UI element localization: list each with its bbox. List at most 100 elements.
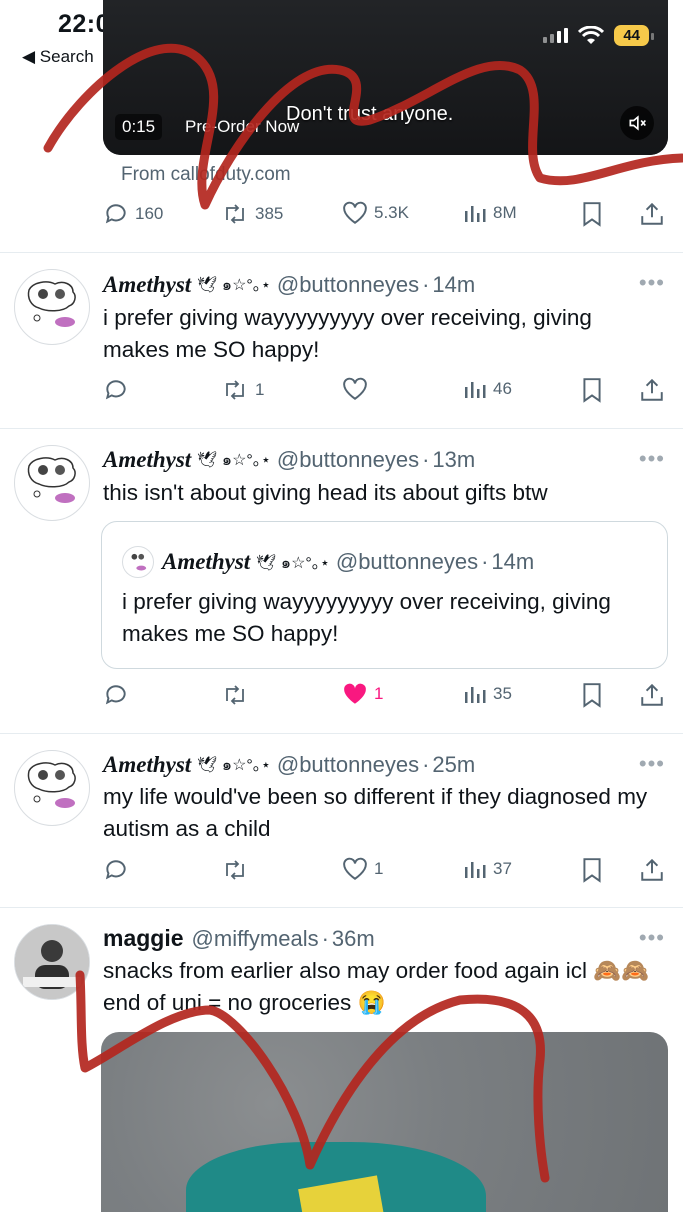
bookmark-icon [583, 378, 601, 403]
views-button[interactable]: 37 [463, 857, 512, 881]
handle: @buttonneyes [335, 549, 479, 574]
reply-button[interactable] [103, 682, 135, 708]
repost-count: 385 [255, 204, 284, 223]
repost-button[interactable]: 1 [221, 377, 264, 403]
more-options-icon[interactable]: ••• [639, 925, 665, 951]
tweet-header: Amethyst 🕊 ๑☆°｡⋆ @buttonneyes · 13m [103, 446, 476, 473]
tweet-header: maggie @miffymeals · 36m [103, 925, 375, 952]
repost-count: 1 [255, 380, 265, 399]
avatar[interactable] [14, 269, 90, 345]
timestamp[interactable]: 14m [432, 272, 475, 298]
display-name[interactable]: Amethyst [103, 752, 191, 778]
tweet-text: my life would've been so different if th… [103, 784, 648, 841]
more-options-icon[interactable]: ••• [639, 270, 665, 296]
handle[interactable]: @buttonneyes [277, 752, 419, 778]
repost-icon [226, 860, 244, 880]
battery-indicator: 44 [614, 25, 654, 46]
share-button[interactable] [639, 377, 665, 403]
video-timestamp: 0:15 [115, 114, 163, 140]
bookmark-button[interactable] [581, 857, 603, 883]
like-button[interactable]: 5.3K [342, 201, 409, 225]
share-icon [641, 202, 663, 225]
repost-icon [226, 380, 244, 400]
like-button[interactable]: 1 [342, 682, 383, 706]
tweet-action-bar: 1 35 [103, 682, 668, 712]
like-count: 1 [374, 859, 384, 878]
bookmark-button[interactable] [581, 377, 603, 403]
display-name[interactable]: maggie [103, 925, 184, 952]
tweet-text: snacks from earlier also may order food … [103, 958, 650, 1015]
repost-icon [226, 685, 244, 705]
speaker-muted-icon [629, 115, 646, 131]
share-button[interactable] [639, 201, 665, 227]
display-name: Amethyst [162, 549, 251, 574]
views-button[interactable]: 46 [463, 377, 512, 401]
views-chart-icon [465, 687, 486, 703]
repost-button[interactable] [221, 682, 255, 708]
name-decoration: 🕊 ๑☆°｡⋆ [256, 554, 330, 572]
like-count: 1 [374, 684, 384, 703]
timestamp[interactable]: 25m [432, 752, 475, 778]
reply-button[interactable]: 160 [103, 201, 163, 227]
reply-button[interactable] [103, 857, 135, 883]
more-options-icon[interactable]: ••• [639, 446, 665, 472]
avatar[interactable] [14, 445, 90, 521]
handle[interactable]: @buttonneyes [277, 447, 419, 473]
video-cta-overlay: Pre-Order Now [185, 117, 300, 136]
reply-icon [105, 380, 126, 400]
like-count: 5.3K [374, 203, 409, 222]
mute-button[interactable] [620, 106, 654, 140]
views-button[interactable]: 8M [463, 201, 517, 225]
divider [0, 428, 683, 429]
status-indicators: 44 [543, 25, 654, 46]
more-options-icon[interactable]: ••• [639, 751, 665, 777]
name-decoration: 🕊 ๑☆°｡⋆ [197, 277, 271, 294]
divider [0, 733, 683, 734]
video-source-link[interactable]: From callofduty.com [121, 164, 291, 186]
bookmark-button[interactable] [581, 682, 603, 708]
heart-filled-icon [344, 683, 366, 704]
signal-icon [543, 28, 569, 43]
bookmark-button[interactable] [581, 201, 603, 227]
view-count: 46 [493, 379, 512, 398]
repost-button[interactable]: 385 [221, 201, 283, 227]
like-button[interactable] [342, 377, 374, 401]
tweet-text: this isn't about giving head its about g… [103, 480, 548, 505]
quoted-tweet-text: i prefer giving wayyyyyyyyy over receivi… [122, 589, 611, 646]
views-button[interactable]: 35 [463, 682, 512, 706]
handle[interactable]: @buttonneyes [277, 272, 419, 298]
tweet-header: Amethyst 🕊 ๑☆°｡⋆ @buttonneyes · 25m [103, 751, 476, 778]
repost-button[interactable] [221, 857, 255, 883]
view-count: 37 [493, 859, 512, 878]
tweet-action-bar: 1 46 [103, 377, 668, 407]
timestamp[interactable]: 13m [432, 447, 475, 473]
heart-icon [343, 857, 367, 880]
bookmark-icon [583, 683, 601, 708]
like-button[interactable]: 1 [342, 857, 383, 881]
quoted-tweet-header: Amethyst 🕊 ๑☆°｡⋆ @buttonneyes · 14m [122, 546, 534, 578]
promo-video[interactable]: 0:15 Pre-Order Now Don't trust anyone. [103, 0, 668, 155]
share-icon [641, 858, 663, 881]
share-button[interactable] [639, 682, 665, 708]
display-name[interactable]: Amethyst [103, 272, 191, 298]
share-button[interactable] [639, 857, 665, 883]
repost-icon [226, 204, 244, 224]
reply-button[interactable] [103, 377, 135, 403]
display-name[interactable]: Amethyst [103, 447, 191, 473]
heart-icon [343, 377, 367, 400]
share-icon [641, 683, 663, 706]
heart-icon [343, 201, 367, 224]
promo-action-bar: 160 385 5.3K 8M [103, 201, 668, 231]
avatar[interactable] [14, 924, 90, 1000]
video-caption: Don't trust anyone. [286, 103, 454, 125]
share-icon [641, 378, 663, 401]
tweet-photo[interactable] [101, 1032, 668, 1212]
avatar[interactable] [14, 750, 90, 826]
tweet-action-bar: 1 37 [103, 857, 668, 887]
name-decoration: 🕊 ๑☆°｡⋆ [197, 452, 271, 469]
quoted-tweet[interactable]: Amethyst 🕊 ๑☆°｡⋆ @buttonneyes · 14m i pr… [101, 521, 668, 669]
reply-count: 160 [135, 204, 164, 223]
back-to-search-link[interactable]: ◀ Search [22, 47, 94, 67]
timestamp[interactable]: 36m [332, 926, 375, 952]
handle[interactable]: @miffymeals [192, 926, 319, 952]
